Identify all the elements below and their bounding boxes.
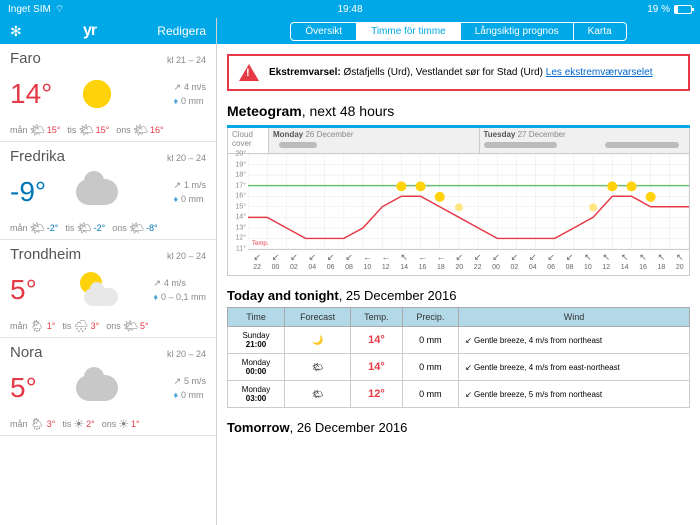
current-temp: -9°: [10, 176, 72, 208]
sidebar: ✻ yr Redigera Faro kl 21 – 24 14° ↗4 m/s …: [0, 18, 217, 525]
period-label: kl 20 – 24: [167, 349, 206, 359]
wifi-icon: ⌔: [55, 3, 64, 16]
meteogram-chart: Cloud cover Monday 26 December Tuesday 2…: [227, 128, 690, 276]
table-row: Sunday21:00 🌙 14° 0 mm ↙ Gentle breeze, …: [228, 327, 690, 354]
temp-cell: 12°: [351, 381, 403, 408]
wind-value: 5 m/s: [184, 374, 206, 388]
drop-icon: ♦: [173, 94, 178, 108]
location-faro[interactable]: Faro kl 21 – 24 14° ↗4 m/s ♦0 mm mån🌤15° t…: [0, 44, 216, 142]
precip-cell: 0 mm: [402, 381, 458, 408]
carrier-label: Inget SIM: [8, 4, 51, 15]
mini-forecast: mån🌦1° tis🌧3° ons🌤5°: [10, 319, 206, 333]
forecast-day: tis🌤-2°: [65, 221, 105, 235]
location-name: Fredrika: [10, 148, 65, 165]
mini-forecast: mån🌦3° tis☀2° ons☀1°: [10, 417, 206, 431]
drop-icon: ♦: [173, 388, 178, 402]
period-label: kl 21 – 24: [167, 55, 206, 65]
precip-cell: 0 mm: [402, 327, 458, 354]
weather-icon: [72, 169, 122, 215]
forecast-day: mån🌦3°: [10, 417, 55, 431]
precip-value: 0 mm: [181, 192, 204, 206]
edit-button[interactable]: Redigera: [157, 24, 206, 38]
wind-value: 1 m/s: [184, 178, 206, 192]
app-logo: yr: [83, 22, 96, 40]
day-tuesday: Tuesday 27 December: [479, 128, 690, 153]
temp-cell: 14°: [351, 327, 403, 354]
current-temp: 14°: [10, 78, 72, 110]
clock: 19:48: [236, 4, 464, 15]
wind-arrow-icon: ↗: [153, 276, 161, 290]
status-bar: Inget SIM ⌔ 19:48 19 %: [0, 0, 700, 18]
location-name: Trondheim: [10, 246, 81, 263]
svg-text:Temp.: Temp.: [252, 241, 269, 247]
tomorrow-title: Tomorrow, 26 December 2016: [217, 408, 700, 439]
precip-value: 0 – 0,1 mm: [161, 290, 206, 304]
tab-timme-för-timme[interactable]: Timme för timme: [357, 23, 461, 40]
current-temp: 5°: [10, 372, 72, 404]
location-name: Nora: [10, 344, 43, 361]
weather-icon: [72, 365, 122, 411]
today-title: Today and tonight, 25 December 2016: [217, 276, 700, 307]
temp-cell: 14°: [351, 354, 403, 381]
battery-icon: [674, 5, 692, 14]
table-row: Monday03:00 🌤 12° 0 mm ↙ Gentle breeze, …: [228, 381, 690, 408]
wind-value: 4 m/s: [184, 80, 206, 94]
forecast-icon: 🌤: [312, 389, 323, 399]
current-temp: 5°: [10, 274, 72, 306]
mini-forecast: mån🌤15° tis🌤15° ons🌤16°: [10, 123, 206, 137]
precip-value: 0 mm: [181, 94, 204, 108]
main-content: ÖversiktTimme för timmeLångsiktig progno…: [217, 18, 700, 525]
wind-cell: ↙ Gentle breeze, 4 m/s from northeast: [459, 327, 690, 354]
forecast-icon: 🌤: [312, 362, 323, 372]
meteogram-title: Meteogram, next 48 hours: [217, 99, 700, 125]
weather-icon: [72, 267, 122, 313]
period-label: kl 20 – 24: [167, 153, 206, 163]
sidebar-header: ✻ yr Redigera: [0, 18, 216, 44]
alert-text: Østafjells (Urd), Vestlandet sør for Sta…: [344, 67, 544, 78]
forecast-day: ons☀1°: [102, 417, 140, 431]
drop-icon: ♦: [153, 290, 158, 304]
wind-arrow-icon: ↗: [173, 374, 181, 388]
forecast-day: ons🌤5°: [106, 319, 148, 333]
day-monday: Monday 26 December: [268, 128, 479, 153]
tab-översikt[interactable]: Översikt: [291, 23, 357, 40]
forecast-table: TimeForecastTemp.Precip.Wind Sunday21:00…: [227, 307, 690, 408]
location-trondheim[interactable]: Trondheim kl 20 – 24 5° ↗4 m/s ♦0 – 0,1 m…: [0, 240, 216, 338]
location-name: Faro: [10, 50, 41, 67]
precip-cell: 0 mm: [402, 354, 458, 381]
wind-value: 4 m/s: [164, 276, 186, 290]
forecast-day: tis🌧3°: [62, 319, 99, 333]
forecast-day: ons🌤16°: [116, 123, 163, 137]
tab-karta[interactable]: Karta: [574, 23, 626, 40]
table-row: Monday00:00 🌤 14° 0 mm ↙ Gentle breeze, …: [228, 354, 690, 381]
period-label: kl 20 – 24: [167, 251, 206, 261]
precip-value: 0 mm: [181, 388, 204, 402]
wind-cell: ↙ Gentle breeze, 4 m/s from east-northea…: [459, 354, 690, 381]
forecast-day: ons🌤-8°: [112, 221, 157, 235]
extreme-weather-alert[interactable]: Ekstremvarsel: Østafjells (Urd), Vestlan…: [227, 54, 690, 91]
wind-arrow-icon: ↗: [173, 80, 181, 94]
tab-bar: ÖversiktTimme för timmeLångsiktig progno…: [217, 18, 700, 44]
weather-icon: [72, 71, 122, 117]
forecast-day: tis🌤15°: [67, 123, 109, 137]
battery-pct: 19 %: [647, 4, 670, 15]
location-fredrika[interactable]: Fredrika kl 20 – 24 -9° ↗1 m/s ♦0 mm mån🌤…: [0, 142, 216, 240]
drop-icon: ♦: [173, 192, 178, 206]
warning-icon: [239, 64, 259, 81]
settings-icon[interactable]: ✻: [10, 23, 22, 40]
alert-link[interactable]: Les ekstremværvarselet: [546, 67, 653, 78]
mini-forecast: mån🌤-2° tis🌤-2° ons🌤-8°: [10, 221, 206, 235]
alert-label: Ekstremvarsel:: [269, 67, 341, 78]
location-nora[interactable]: Nora kl 20 – 24 5° ↗5 m/s ♦0 mm mån🌦3° tis…: [0, 338, 216, 436]
forecast-day: mån🌤15°: [10, 123, 60, 137]
wind-cell: ↙ Gentle breeze, 5 m/s from northeast: [459, 381, 690, 408]
forecast-icon: 🌙: [312, 335, 323, 345]
tab-långsiktig-prognos[interactable]: Långsiktig prognos: [461, 23, 574, 40]
forecast-day: tis☀2°: [62, 417, 94, 431]
wind-arrow-icon: ↗: [173, 178, 181, 192]
forecast-day: mån🌤-2°: [10, 221, 58, 235]
forecast-day: mån🌦1°: [10, 319, 55, 333]
